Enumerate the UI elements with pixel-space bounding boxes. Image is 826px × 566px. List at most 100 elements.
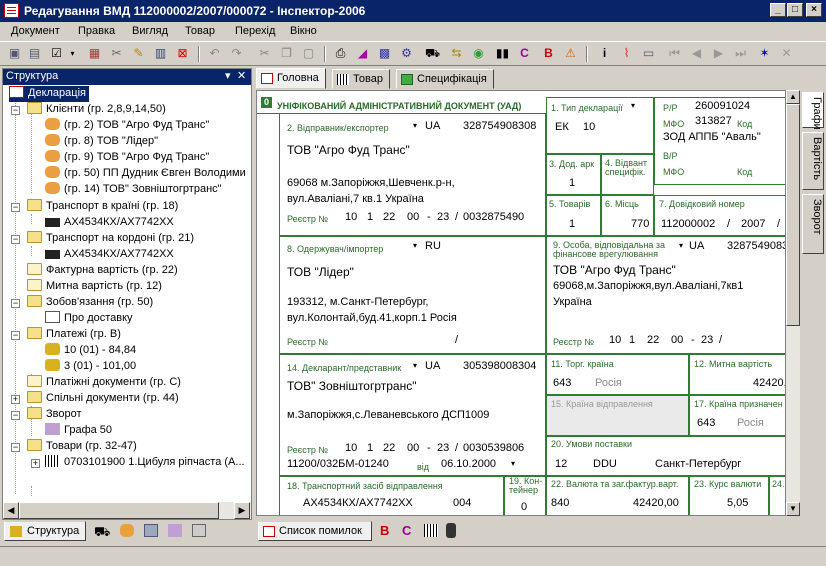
- undo-icon[interactable]: ↶: [206, 45, 223, 62]
- c-icon[interactable]: C: [516, 45, 533, 62]
- tree-item-delivery[interactable]: Про доставку: [45, 311, 133, 327]
- menu-document[interactable]: Документ: [11, 25, 60, 37]
- structure-hscrollbar[interactable]: ◀ ▶: [3, 502, 251, 519]
- panel-menu-icon[interactable]: ▾: [225, 69, 231, 82]
- tree-item-client[interactable]: (гр. 9) ТОВ "Агро Фуд Транс": [45, 150, 209, 166]
- form-marker: 0: [261, 97, 272, 108]
- tab-boxes[interactable]: Графи: [802, 92, 824, 130]
- check-icon[interactable]: ☑: [48, 45, 65, 62]
- route-icon[interactable]: ⇆: [448, 45, 465, 62]
- tools-icon[interactable]: ✂: [108, 45, 125, 62]
- paste-icon[interactable]: ▢: [300, 45, 317, 62]
- tree-item-declaration[interactable]: Декларація: [9, 86, 89, 102]
- tab-stamp-icon[interactable]: [168, 524, 182, 537]
- first-icon[interactable]: ⏮: [666, 45, 683, 62]
- traffic-light-icon[interactable]: ◉: [470, 45, 487, 62]
- tab-print-icon[interactable]: [192, 524, 206, 537]
- last-icon[interactable]: ⏭: [732, 45, 749, 62]
- save-icon[interactable]: ▣: [6, 45, 23, 62]
- tab-reverse[interactable]: Зворот: [802, 194, 824, 254]
- structure-tabs: Структура ⛟: [2, 521, 252, 543]
- form-header: УНІФІКОВАНИЙ АДМІНІСТРАТИВНИЙ ДОКУМЕНТ (…: [277, 101, 522, 111]
- menu-window[interactable]: Вікно: [290, 25, 317, 37]
- document-warning-icon[interactable]: ⚠: [562, 45, 579, 62]
- delete-icon[interactable]: ⊠: [174, 45, 191, 62]
- dropdown-arrow-icon[interactable]: ▾: [64, 45, 81, 62]
- structure-panel-header: Структура ▾ ✕: [3, 69, 251, 85]
- window-title: Редагування ВМД 112000002/2007/000072 - …: [24, 4, 366, 18]
- chart-icon[interactable]: ⌇: [618, 45, 635, 62]
- tab-goods[interactable]: Товар: [332, 69, 390, 89]
- tree-item-goods[interactable]: Товари (гр. 32-47): [27, 439, 137, 455]
- note-icon[interactable]: ✎: [130, 45, 147, 62]
- next-icon[interactable]: ▶: [710, 45, 727, 62]
- tree-item-customs-value[interactable]: Митна вартість (гр. 12): [27, 279, 162, 295]
- menu-goods[interactable]: Товар: [185, 25, 215, 37]
- toolbar: ▣ ▤ ☑ ▾ ▦ ✂ ✎ ▥ ⊠ ↶ ↷ ✂ ❐ ▢ ⎙ ◢ ▩ ⚙ ⛟ ⇆ …: [0, 41, 826, 66]
- minimize-button[interactable]: _: [770, 3, 786, 17]
- structure-panel-title: Структура: [6, 70, 59, 82]
- menu-navigate[interactable]: Перехід: [235, 25, 275, 37]
- tab-transport-icon[interactable]: ⛟: [94, 524, 110, 542]
- menu-edit[interactable]: Правка: [78, 25, 115, 37]
- tree-item-border-transport[interactable]: Транспорт на кордоні (гр. 21): [27, 231, 194, 247]
- tree-item-common-docs[interactable]: Спільні документи (гр. 44): [27, 391, 179, 407]
- prev-icon[interactable]: ◀: [688, 45, 705, 62]
- info-icon[interactable]: i: [596, 45, 613, 62]
- tree-item-client[interactable]: (гр. 2) ТОВ "Агро Фуд Транс": [45, 118, 209, 134]
- close-button[interactable]: ×: [806, 3, 822, 17]
- app-icon: [4, 3, 19, 18]
- cancel-icon[interactable]: ✕: [778, 45, 795, 62]
- tab-structure[interactable]: Структура: [4, 521, 86, 541]
- tree-item-vehicle[interactable]: АХ4534КХ/АХ7742ХХ: [45, 247, 174, 263]
- maximize-button[interactable]: □: [787, 3, 803, 17]
- tree-item-clients[interactable]: Клієнти (гр. 2,8,9,14,50): [27, 102, 166, 118]
- stamp-icon[interactable]: ◢: [354, 45, 371, 62]
- tree-item-client[interactable]: (гр. 14) ТОВ" Зовніштогртранс": [45, 182, 222, 198]
- print-icon[interactable]: ⎙: [332, 45, 349, 62]
- copy-icon[interactable]: ❐: [278, 45, 295, 62]
- tab-specification[interactable]: Специфікація: [396, 69, 494, 89]
- tree-item-payment[interactable]: 10 (01) - 84,84: [45, 343, 136, 359]
- tree-item-obligations[interactable]: Зобов'язання (гр. 50): [27, 295, 153, 311]
- cut-icon[interactable]: ✂: [256, 45, 273, 62]
- tree-item-payment-docs[interactable]: Платіжні документи (гр. С): [27, 375, 181, 391]
- tree-item-client[interactable]: (гр. 8) ТОВ "Лідер": [45, 134, 158, 150]
- menu-bar: Документ Правка Вигляд Товар Перехід Вік…: [0, 22, 826, 41]
- tab-clients-icon[interactable]: [120, 524, 134, 537]
- save-all-icon[interactable]: ▤: [26, 45, 43, 62]
- tree-item-reverse[interactable]: Зворот: [27, 407, 82, 423]
- tree-item-payment[interactable]: 3 (01) - 101,00: [45, 359, 136, 375]
- declaration-form: 0 УНІФІКОВАНИЙ АДМІНІСТРАТИВНИЙ ДОКУМЕНТ…: [256, 90, 786, 516]
- tab-main[interactable]: Головна: [256, 68, 326, 89]
- tab-cost[interactable]: Вартість: [802, 132, 824, 190]
- menu-view[interactable]: Вигляд: [132, 25, 168, 37]
- tree-item-vehicle[interactable]: АХ4534КХ/АХ7742ХХ: [45, 215, 174, 231]
- b-icon[interactable]: B: [380, 523, 389, 538]
- b-icon[interactable]: B: [540, 45, 557, 62]
- traffic-light-icon[interactable]: [446, 523, 456, 538]
- window-icon[interactable]: ▭: [640, 45, 657, 62]
- panel-close-icon[interactable]: ✕: [237, 69, 246, 82]
- form-vscrollbar[interactable]: ▲ ▼: [786, 90, 800, 516]
- new-icon[interactable]: ✶: [756, 45, 773, 62]
- c-icon[interactable]: C: [402, 523, 411, 538]
- tree-item-invoice-value[interactable]: Фактурна вартість (гр. 22): [27, 263, 178, 279]
- clients-icon[interactable]: ▩: [376, 45, 393, 62]
- redo-icon[interactable]: ↷: [228, 45, 245, 62]
- form-icon[interactable]: ▦: [86, 45, 103, 62]
- barcode-icon[interactable]: ▮▮: [494, 45, 511, 62]
- settings-icon[interactable]: ⚙: [398, 45, 415, 62]
- tab-error-list[interactable]: Список помилок: [258, 521, 372, 541]
- title-bar: Редагування ВМД 112000002/2007/000072 - …: [0, 0, 826, 22]
- tree-item-inland-transport[interactable]: Транспорт в країні (гр. 18): [27, 199, 178, 215]
- truck-icon[interactable]: ⛟: [424, 45, 441, 62]
- tree-item-box50[interactable]: Графа 50: [45, 423, 112, 439]
- tree-item-payments[interactable]: Платежі (гр. В): [27, 327, 121, 343]
- tab-settings-icon[interactable]: [144, 524, 158, 537]
- right-side-tabs: Графи Вартість Зворот: [800, 90, 826, 516]
- barcode-icon[interactable]: [424, 524, 438, 537]
- tree-item-good[interactable]: 0703101900 1.Цибуля ріпчаста (А...: [45, 455, 245, 471]
- tree-item-client[interactable]: (гр. 50) ПП Дудник Євген Володими: [45, 166, 246, 182]
- grid-icon[interactable]: ▥: [152, 45, 169, 62]
